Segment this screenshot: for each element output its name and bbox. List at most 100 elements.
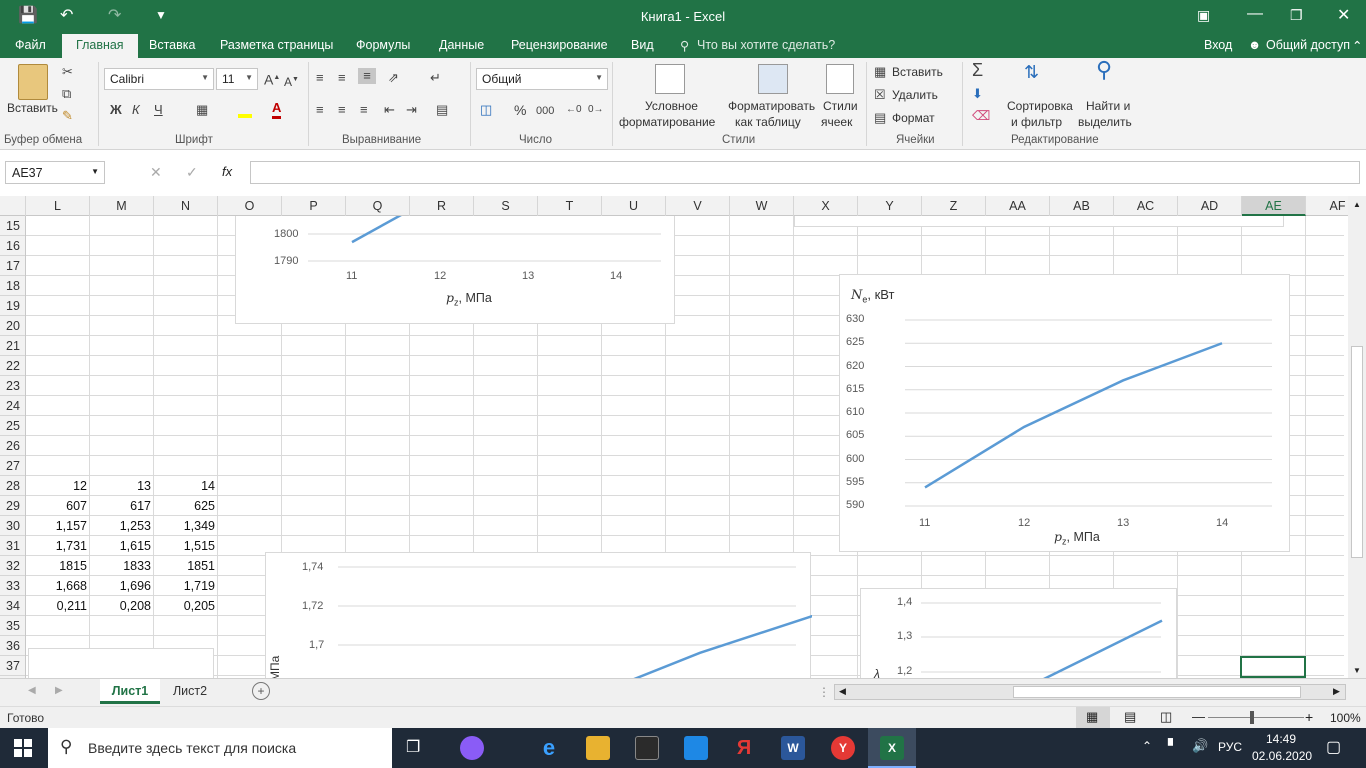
sort-filter-label[interactable]: Сортировка (1007, 98, 1073, 114)
sort-filter-label-2[interactable]: и фильтр (1011, 114, 1062, 130)
add-sheet-icon[interactable]: + (252, 682, 270, 700)
row-header[interactable]: 16 (0, 236, 25, 256)
comma-style-button[interactable]: 000 (536, 103, 554, 119)
decrease-font-icon[interactable]: A▼ (284, 72, 299, 90)
column-header[interactable]: AC (1114, 196, 1178, 216)
scroll-right-icon[interactable]: ▶ (1333, 686, 1340, 697)
cell-value[interactable]: 0,211 (26, 596, 90, 616)
cell-value[interactable]: 1,157 (26, 516, 90, 536)
column-header[interactable]: P (282, 196, 346, 216)
chart-bottom-right[interactable]: 1,4 1,3 1,2 λ (860, 588, 1177, 678)
increase-font-icon[interactable]: A▲ (264, 70, 280, 88)
zoom-in-icon[interactable]: + (1305, 709, 1313, 725)
cell-value[interactable]: 13 (90, 476, 154, 496)
fill-color-icon[interactable] (238, 104, 252, 118)
tray-chevron-icon[interactable]: ⌃ (1142, 739, 1152, 753)
tab-page-layout[interactable]: Разметка страницы (220, 38, 333, 52)
column-header[interactable]: W (730, 196, 794, 216)
clock-time[interactable]: 14:49 (1266, 732, 1296, 746)
row-header[interactable]: 18 (0, 276, 25, 296)
chart-fragment[interactable] (28, 648, 214, 678)
horizontal-scrollbar[interactable]: ◀ ▶ (834, 684, 1346, 700)
borders-icon[interactable]: ▦ (196, 102, 208, 118)
page-break-view-icon[interactable]: ◫ (1160, 709, 1172, 725)
row-header[interactable]: 29 (0, 496, 25, 516)
row-header[interactable]: 15 (0, 216, 25, 236)
zoom-slider-thumb[interactable] (1250, 711, 1254, 724)
column-header[interactable]: M (90, 196, 154, 216)
cell-value[interactable]: 0,205 (154, 596, 218, 616)
row-header[interactable]: 21 (0, 336, 25, 356)
format-cells-button[interactable]: Формат (892, 110, 935, 126)
delete-cells-button[interactable]: Удалить (892, 87, 938, 103)
align-middle-icon[interactable]: ≡ (338, 70, 346, 86)
underline-button[interactable]: Ч (154, 102, 163, 118)
cut-icon[interactable]: ✂ (62, 64, 73, 80)
scroll-up-icon[interactable]: ▲ (1353, 200, 1361, 209)
edge-icon[interactable]: e (537, 736, 561, 760)
format-painter-icon[interactable]: ✎ (62, 108, 73, 124)
cell-styles-label-2[interactable]: ячеек (821, 114, 852, 130)
cell-value[interactable]: 1,615 (90, 536, 154, 556)
share-button[interactable]: Общий доступ (1266, 38, 1350, 52)
row-header[interactable]: 19 (0, 296, 25, 316)
increase-decimal-icon[interactable]: ←0 (566, 102, 582, 118)
close-icon[interactable]: ✕ (1337, 5, 1350, 25)
taskbar-search[interactable]: ⚲ Введите здесь текст для поиска (48, 728, 392, 768)
merge-cells-icon[interactable]: ▤ (436, 102, 448, 118)
align-center-icon[interactable]: ≡ (338, 102, 346, 118)
tab-home[interactable]: Главная (62, 34, 138, 58)
select-all-corner[interactable] (0, 196, 26, 216)
zoom-slider[interactable] (1208, 717, 1304, 718)
tell-me-input[interactable]: Что вы хотите сделать? (697, 38, 835, 52)
tab-file[interactable]: Файл (15, 38, 46, 52)
tab-review[interactable]: Рецензирование (511, 38, 608, 52)
clear-icon[interactable]: ⌫ (972, 108, 990, 124)
next-sheet-icon[interactable]: ▶ (55, 685, 63, 696)
column-header[interactable]: S (474, 196, 538, 216)
tab-insert[interactable]: Вставка (149, 38, 195, 52)
column-header[interactable]: N (154, 196, 218, 216)
task-view-icon[interactable]: ❐ (406, 737, 420, 757)
column-header[interactable]: O (218, 196, 282, 216)
cell-value[interactable]: 607 (26, 496, 90, 516)
restore-icon[interactable]: ❐ (1290, 7, 1303, 24)
column-header[interactable]: T (538, 196, 602, 216)
column-header[interactable]: R (410, 196, 474, 216)
formula-input[interactable] (250, 161, 1360, 184)
column-header[interactable]: L (26, 196, 90, 216)
align-left-icon[interactable]: ≡ (316, 102, 324, 118)
windows-start-icon[interactable] (14, 739, 32, 757)
h-scroll-thumb[interactable] (1013, 686, 1301, 698)
network-icon[interactable]: ▘ (1168, 738, 1178, 754)
decrease-indent-icon[interactable]: ⇤ (384, 102, 395, 118)
scroll-thumb[interactable] (1351, 346, 1363, 558)
vertical-scrollbar[interactable]: ▲ ▼ (1348, 196, 1366, 678)
copy-icon[interactable]: ⧉ (62, 86, 71, 102)
font-color-icon[interactable]: A (272, 100, 282, 119)
find-select-label-2[interactable]: выделить (1078, 114, 1132, 130)
scroll-down-icon[interactable]: ▼ (1353, 666, 1361, 675)
wrap-text-icon[interactable]: ↵ (430, 70, 441, 86)
paste-button[interactable]: Вставить (7, 100, 58, 116)
conditional-formatting-label[interactable]: Условное (645, 98, 698, 114)
row-header[interactable]: 35 (0, 616, 25, 636)
column-header[interactable]: AD (1178, 196, 1242, 216)
clock-date[interactable]: 02.06.2020 (1252, 749, 1312, 763)
tab-data[interactable]: Данные (439, 38, 484, 52)
column-header[interactable]: V (666, 196, 730, 216)
row-header[interactable]: 30 (0, 516, 25, 536)
mail-icon[interactable] (684, 736, 708, 760)
alice-icon[interactable] (460, 736, 484, 760)
row-header[interactable]: 33 (0, 576, 25, 596)
row-header[interactable]: 25 (0, 416, 25, 436)
cell-value[interactable]: 12 (26, 476, 90, 496)
normal-view-icon[interactable]: ▦ (1076, 707, 1110, 728)
insert-function-button[interactable]: fx (222, 164, 232, 179)
conditional-formatting-label-2[interactable]: форматирование (619, 114, 715, 130)
cell-value[interactable]: 0,208 (90, 596, 154, 616)
align-bottom-icon[interactable]: ≡ (358, 68, 376, 84)
row-header[interactable]: 22 (0, 356, 25, 376)
cell-value[interactable]: 1851 (154, 556, 218, 576)
cell-value[interactable]: 1,668 (26, 576, 90, 596)
